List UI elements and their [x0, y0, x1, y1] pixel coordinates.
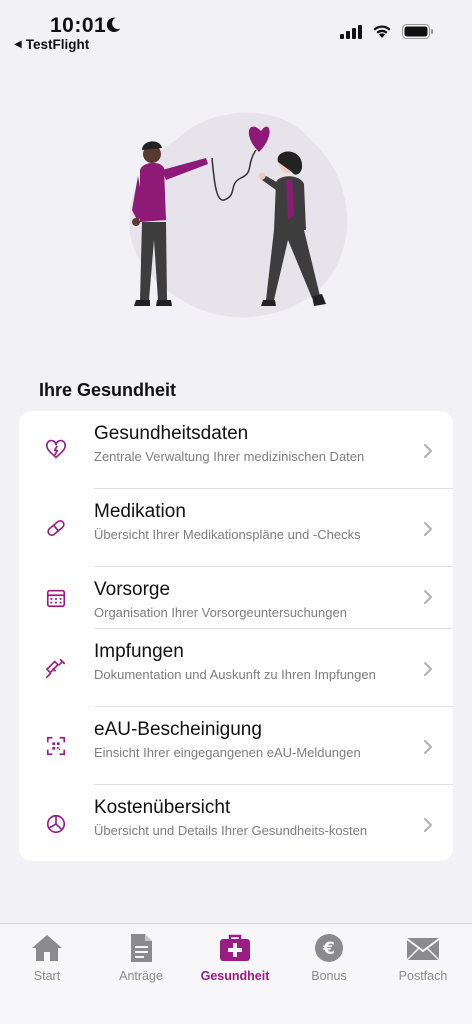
tab-bar: Start Anträge Gesundheit € Bonus Postfac… — [0, 923, 472, 1024]
tab-bonus[interactable]: € Bonus — [282, 932, 376, 992]
chevron-right-icon — [424, 740, 432, 754]
euro-coin-icon: € — [315, 934, 343, 962]
calendar-icon — [46, 589, 66, 608]
menu-item-subtitle: Übersicht und Details Ihrer Gesundheits-… — [94, 823, 368, 838]
tab-gesundheit[interactable]: Gesundheit — [188, 932, 282, 992]
mail-icon — [406, 938, 440, 961]
status-bar: 10:01 ◀ TestFlight — [0, 0, 472, 56]
menu-item-title: eAU-Bescheinigung — [94, 719, 262, 740]
chevron-right-icon — [424, 590, 432, 604]
cellular-signal-icon — [340, 24, 362, 39]
menu-item-subtitle: Übersicht Ihrer Medikationspläne und -Ch… — [94, 527, 361, 542]
back-app-label: TestFlight — [25, 37, 90, 52]
menu-item-subtitle: Organisation Ihrer Vorsorgeuntersuchunge… — [94, 605, 347, 620]
menu-item-title: Kostenübersicht — [94, 797, 231, 818]
wifi-icon — [373, 25, 391, 38]
status-time: 10:01 — [50, 14, 107, 37]
chevron-right-icon — [424, 818, 432, 832]
tab-label: Gesundheit — [200, 969, 270, 983]
pill-icon — [47, 519, 65, 537]
menu-item-kostenuebersicht[interactable]: Kostenübersicht Übersicht und Details Ih… — [19, 785, 453, 861]
menu-item-gesundheitsdaten[interactable]: Gesundheitsdaten Zentrale Verwaltung Ihr… — [19, 411, 453, 489]
menu-item-subtitle: Zentrale Verwaltung Ihrer medizinischen … — [94, 449, 365, 464]
status-icons — [340, 24, 434, 39]
tab-postfach[interactable]: Postfach — [376, 932, 470, 992]
battery-icon — [402, 24, 433, 39]
tab-label: Bonus — [311, 969, 347, 983]
tab-label: Start — [33, 969, 61, 983]
moon-icon — [106, 17, 121, 33]
tab-start[interactable]: Start — [0, 932, 94, 992]
menu-item-eau-bescheinigung[interactable]: eAU-Bescheinigung Einsicht Ihrer eingega… — [19, 707, 453, 785]
menu-item-title: Impfungen — [94, 641, 184, 662]
menu-item-subtitle: Dokumentation und Auskunft zu Ihren Impf… — [94, 667, 376, 682]
medical-bag-icon — [220, 934, 250, 961]
chevron-right-icon — [424, 444, 432, 458]
menu-item-subtitle: Einsicht Ihrer eingegangenen eAU-Meldung… — [94, 745, 361, 760]
menu-item-medikation[interactable]: Medikation Übersicht Ihrer Medikationspl… — [19, 489, 453, 567]
chevron-right-icon — [424, 522, 432, 536]
menu-item-title: Medikation — [94, 501, 186, 522]
tab-label: Anträge — [119, 969, 163, 983]
home-icon — [32, 935, 62, 961]
tab-antraege[interactable]: Anträge — [94, 932, 188, 992]
menu-item-impfungen[interactable]: Impfungen Dokumentation und Auskunft zu … — [19, 629, 453, 707]
heart-pulse-icon — [46, 439, 66, 459]
menu-item-title: Vorsorge — [94, 579, 171, 600]
back-to-app-link[interactable]: ◀ TestFlight — [14, 37, 89, 52]
pie-chart-icon — [46, 814, 66, 834]
document-icon — [131, 934, 152, 962]
back-triangle-icon: ◀ — [14, 39, 22, 50]
couple-balloon-illustration — [129, 112, 348, 318]
menu-item-vorsorge[interactable]: Vorsorge Organisation Ihrer Vorsorgeunte… — [19, 567, 453, 629]
tab-label: Postfach — [398, 969, 448, 983]
section-title: Ihre Gesundheit — [39, 380, 177, 400]
qr-scan-icon — [46, 736, 66, 756]
health-menu-card: Gesundheitsdaten Zentrale Verwaltung Ihr… — [19, 411, 453, 861]
menu-item-title: Gesundheitsdaten — [94, 423, 249, 444]
chevron-right-icon — [424, 662, 432, 676]
syringe-icon — [45, 658, 66, 678]
svg-text:€: € — [322, 939, 335, 959]
